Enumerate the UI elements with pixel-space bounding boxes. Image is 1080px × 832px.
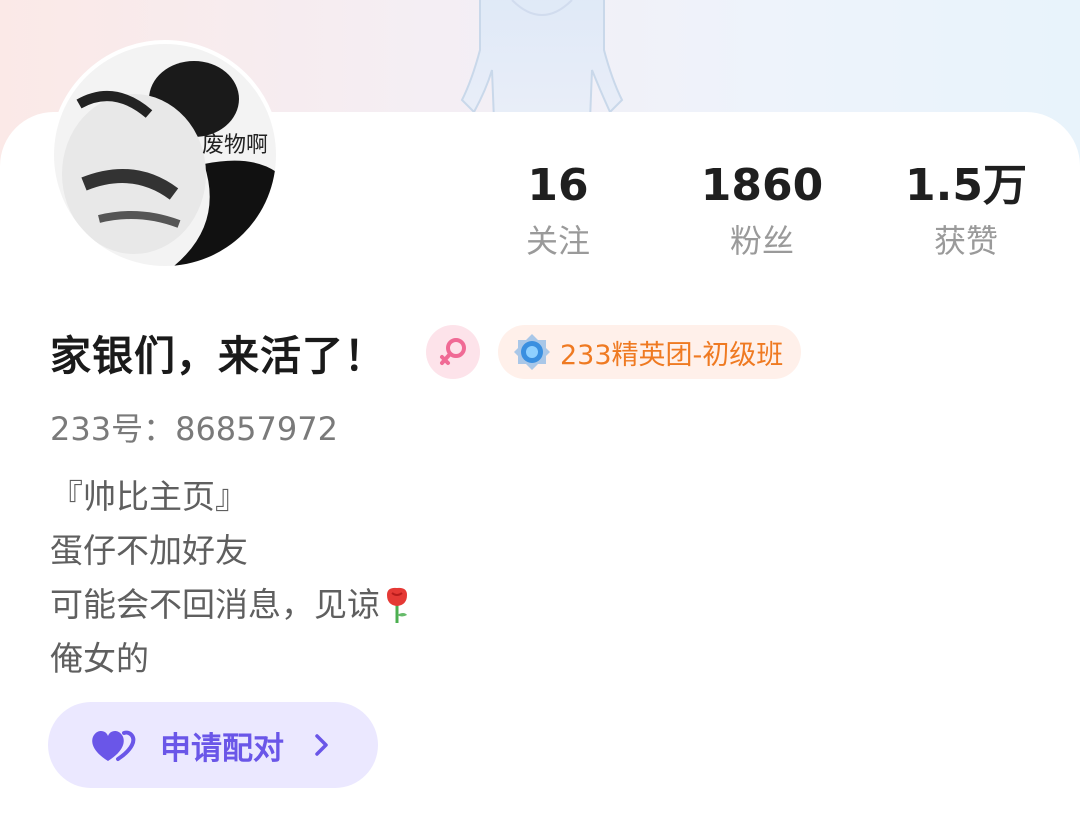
bio-line: 可能会不回消息，见谅 <box>50 585 380 624</box>
stat-likes[interactable]: 1.5万 获赞 <box>866 158 1066 264</box>
chevron-right-icon <box>315 734 328 756</box>
bio-line: 俺女的 <box>50 639 149 678</box>
stat-following-label: 关注 <box>525 222 590 260</box>
double-heart-icon <box>92 730 136 761</box>
stat-likes-value: 1.5万 <box>905 160 1027 211</box>
bio-line: 『帅比主页』 <box>50 477 248 516</box>
user-id: 233号：86857972 <box>50 410 338 448</box>
stat-followers-value: 1860 <box>700 160 824 211</box>
username: 家银们，来活了！ <box>50 332 386 380</box>
apply-pair-button[interactable]: 申请配对 <box>48 702 378 788</box>
rank-badge[interactable]: 233精英团-初级班 <box>498 325 802 379</box>
stats-bar: 16 关注 1860 粉丝 1.5万 获赞 <box>0 158 1080 268</box>
female-icon <box>426 325 480 379</box>
stat-following-value: 16 <box>527 160 589 211</box>
character-figure-decoration <box>460 0 624 120</box>
bio-line: 蛋仔不加好友 <box>50 531 248 570</box>
stat-likes-label: 获赞 <box>933 222 998 260</box>
stat-followers-label: 粉丝 <box>729 222 794 260</box>
stat-following[interactable]: 16 关注 <box>458 158 658 264</box>
name-row: 家银们，来活了！ 233精英团-初级班 <box>50 322 802 382</box>
blue-medal-icon <box>514 334 550 370</box>
rose-icon <box>387 587 407 623</box>
svg-text:废物啊: 废物啊 <box>202 133 268 158</box>
apply-pair-label: 申请配对 <box>160 730 284 767</box>
rank-badge-label: 233精英团-初级班 <box>560 339 784 371</box>
bio-line-with-emoji: 可能会不回消息，见谅 <box>50 578 412 632</box>
bio: 『帅比主页』 蛋仔不加好友 可能会不回消息，见谅 俺女的 <box>50 470 412 686</box>
stat-followers[interactable]: 1860 粉丝 <box>662 158 862 264</box>
